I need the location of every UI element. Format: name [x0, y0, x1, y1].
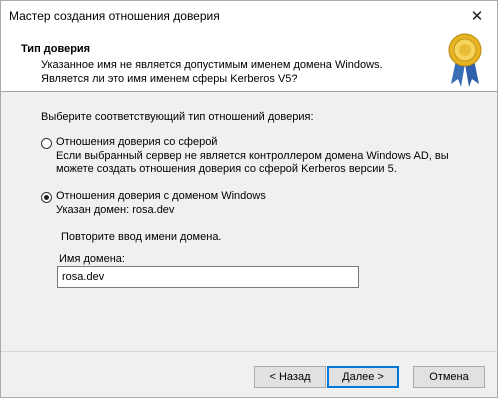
specified-domain-text: Указан домен: rosa.dev	[56, 204, 175, 216]
next-button[interactable]: Далее >	[327, 366, 399, 388]
realm-trust-label[interactable]: Отношения доверия со сферой	[56, 136, 217, 148]
header-description-line1: Указанное имя не является допустимым име…	[41, 59, 383, 71]
close-icon[interactable]: ✕	[457, 1, 497, 31]
realm-trust-description-line2: можете создать отношения доверия со сфер…	[56, 163, 397, 175]
repeat-domain-text: Повторите ввод имени домена.	[61, 231, 222, 243]
realm-trust-description-line1: Если выбранный сервер не является контро…	[56, 150, 449, 162]
back-button[interactable]: < Назад	[254, 366, 326, 388]
seal-ribbon-icon	[448, 33, 482, 87]
page-title: Тип доверия	[21, 43, 91, 55]
windows-domain-trust-label[interactable]: Отношения доверия с доменом Windows	[56, 190, 266, 202]
wizard-header: Тип доверия Указанное имя не является до…	[1, 31, 497, 91]
radio-windows-domain-trust[interactable]	[41, 192, 52, 203]
domain-name-label: Имя домена:	[59, 253, 125, 265]
trust-type-prompt: Выберите соответствующий тип отношений д…	[41, 111, 314, 123]
domain-name-input[interactable]	[57, 266, 359, 288]
wizard-window: Мастер создания отношения доверия ✕ Тип …	[0, 0, 498, 398]
window-title: Мастер создания отношения доверия	[9, 9, 220, 23]
cancel-button[interactable]: Отмена	[413, 366, 485, 388]
title-bar: Мастер создания отношения доверия ✕	[1, 1, 497, 31]
wizard-body	[1, 92, 497, 351]
header-description-line2: Является ли это имя именем сферы Kerbero…	[41, 73, 298, 85]
radio-realm-trust[interactable]	[41, 138, 52, 149]
